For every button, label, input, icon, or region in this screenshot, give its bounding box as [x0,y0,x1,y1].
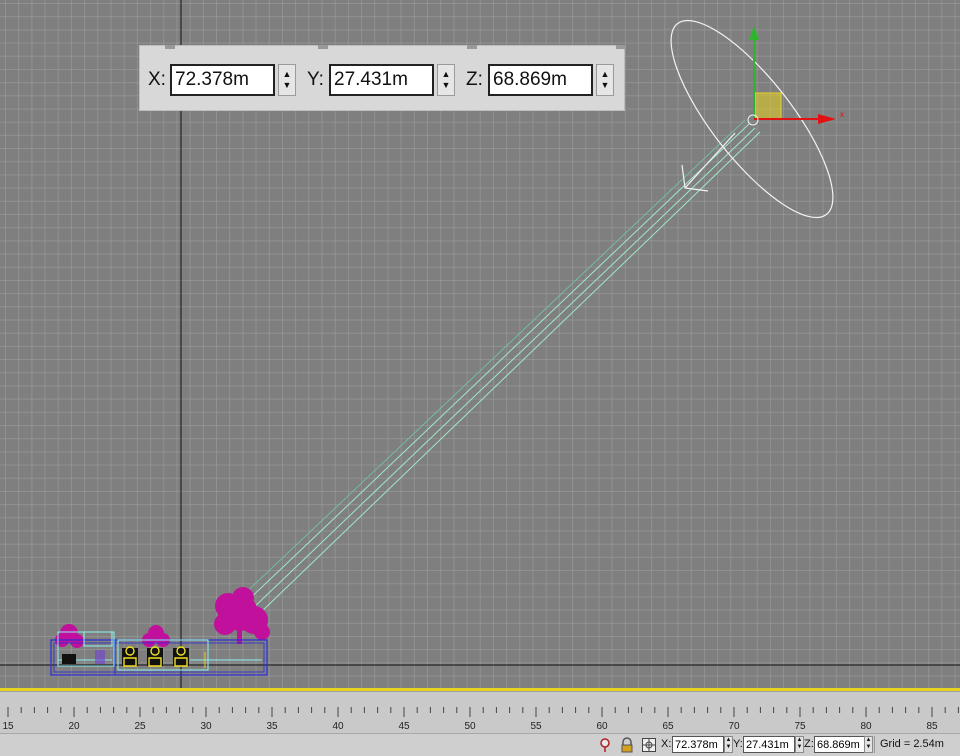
status-z-label: Z: [804,738,814,750]
y-label: Y: [307,69,324,90]
light-direction-arrow [681,132,736,192]
toolbar-grip[interactable] [467,45,477,49]
status-y-input[interactable] [743,736,795,753]
ruler-label: 70 [728,721,740,732]
pin-icon[interactable] [597,737,613,753]
coordinate-display-toolbar: X: ▲▼ Y: ▲▼ Z: ▲▼ [139,45,626,111]
y-spinner[interactable]: ▲ ▼ [437,64,455,96]
status-x-label: X: [661,738,672,750]
toolbar-grip[interactable] [616,45,626,49]
status-y-spinner[interactable]: ▲ ▼ [795,736,804,753]
status-z-input[interactable] [814,736,866,753]
ruler-label: 60 [596,721,608,732]
gizmo-y-arrow [749,26,759,40]
ruler-label: 30 [200,721,212,732]
viewport-front[interactable]: x X: 72.378m ▲ ▼ Y: 27.431m ▲ ▼ Z: 68.86… [0,0,960,690]
status-y-label: Y: [733,738,743,750]
z-spinner[interactable]: ▲ ▼ [596,64,614,96]
x-label: X: [148,69,166,90]
ruler-label: 55 [530,721,542,732]
x-coordinate-input[interactable] [170,64,275,96]
lock-icon[interactable] [619,737,635,753]
figures-group[interactable] [122,646,189,667]
tree-small-middle[interactable] [142,625,170,647]
x-coordinate-group: X: ▲▼ [148,63,296,97]
ruler-label: 45 [398,721,410,732]
x-spinner[interactable]: ▲ ▼ [278,64,296,96]
z-coordinate-input[interactable] [488,64,593,96]
time-ruler[interactable]: 15 20 25 30 35 40 45 50 55 60 65 70 75 80 85 [0,691,960,734]
ruler-label: 65 [662,721,674,732]
toolbar-grip[interactable] [165,45,175,49]
ruler-label: 85 [926,721,938,732]
gizmo-x-label: x [840,110,844,119]
light-beam[interactable] [235,119,761,616]
grid-size-readout: Grid = 2.54m [874,736,960,753]
ruler-label: 40 [332,721,344,732]
tree-large[interactable] [214,587,270,644]
gizmo-x-arrow [818,114,836,124]
status-z-spinner[interactable]: ▲ ▼ [864,736,873,753]
y-coordinate-input[interactable] [329,64,434,96]
z-label: Z: [466,69,483,90]
ruler-label: 80 [860,721,872,732]
ruler-label: 35 [266,721,278,732]
tree-small-left[interactable] [55,624,84,648]
ruler-ticks: 15 20 25 30 35 40 45 50 55 60 65 70 75 80 85 [2,707,959,732]
z-coordinate-group: Z: ▲▼ [466,63,614,97]
transform-gizmo[interactable]: x [747,26,844,126]
ruler-label: 25 [134,721,146,732]
ruler-label: 75 [794,721,806,732]
ruler-label: 20 [68,721,80,732]
ruler-label: 50 [464,721,476,732]
absolute-mode-icon[interactable] [641,737,657,753]
ruler-label: 15 [2,721,14,732]
status-x-input[interactable] [672,736,724,753]
y-coordinate-group: Y: ▲▼ [307,63,455,97]
toolbar-grip[interactable] [318,45,328,49]
status-x-spinner[interactable]: ▲ ▼ [724,736,733,753]
gizmo-xy-plane [754,92,782,120]
status-bar: X: ▲▼ Y: ▲▼ Z: ▲▼ Grid = 2.54m [0,733,960,756]
